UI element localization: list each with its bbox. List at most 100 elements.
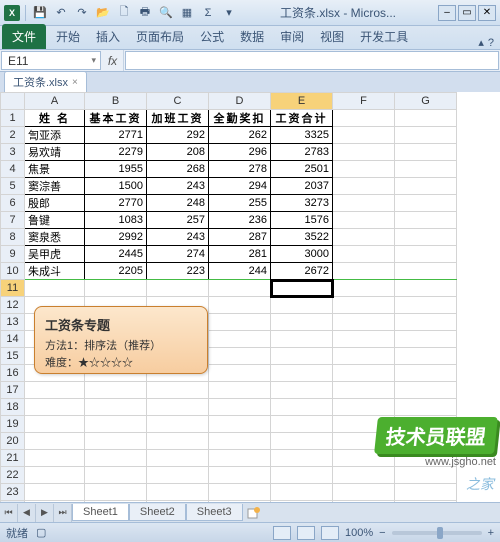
cell[interactable] <box>395 331 457 348</box>
cell[interactable]: 296 <box>209 144 271 161</box>
row-header[interactable]: 18 <box>1 399 25 416</box>
cell[interactable] <box>209 399 271 416</box>
select-all-corner[interactable] <box>1 93 25 110</box>
cell[interactable] <box>147 433 209 450</box>
cell[interactable] <box>271 280 333 297</box>
cell[interactable] <box>395 399 457 416</box>
cell[interactable]: 281 <box>209 246 271 263</box>
sheet-last-icon[interactable]: ⏭ <box>54 504 72 522</box>
row-header[interactable]: 19 <box>1 416 25 433</box>
tab-dev[interactable]: 开发工具 <box>352 24 416 49</box>
row-header[interactable]: 3 <box>1 144 25 161</box>
zoom-level[interactable]: 100% <box>345 527 373 539</box>
cell[interactable] <box>25 433 85 450</box>
cell[interactable]: 243 <box>147 178 209 195</box>
cell[interactable] <box>395 280 457 297</box>
cell[interactable]: 殷郎 <box>25 195 85 212</box>
qat-dropdown-icon[interactable]: ▾ <box>220 4 238 22</box>
cell[interactable]: 2771 <box>85 127 147 144</box>
cell[interactable] <box>333 280 395 297</box>
col-header-A[interactable]: A <box>25 93 85 110</box>
row-header[interactable]: 5 <box>1 178 25 195</box>
cell[interactable] <box>395 314 457 331</box>
cell[interactable] <box>333 161 395 178</box>
cell[interactable] <box>333 450 395 467</box>
cell[interactable] <box>333 416 395 433</box>
cell[interactable] <box>333 331 395 348</box>
cell[interactable]: 248 <box>147 195 209 212</box>
cell[interactable] <box>25 416 85 433</box>
cell[interactable] <box>209 484 271 501</box>
row-header[interactable]: 12 <box>1 297 25 314</box>
cell[interactable] <box>209 314 271 331</box>
add-sheet-icon[interactable] <box>243 507 265 519</box>
cell[interactable]: 262 <box>209 127 271 144</box>
row-header[interactable]: 20 <box>1 433 25 450</box>
cell[interactable]: 2501 <box>271 161 333 178</box>
cell[interactable] <box>395 416 457 433</box>
cell[interactable] <box>395 127 457 144</box>
cell[interactable] <box>271 484 333 501</box>
cell[interactable]: 223 <box>147 263 209 280</box>
cell[interactable] <box>395 144 457 161</box>
cell[interactable] <box>395 229 457 246</box>
zoom-out-icon[interactable]: − <box>379 527 385 539</box>
cell[interactable]: 3273 <box>271 195 333 212</box>
col-header-G[interactable]: G <box>395 93 457 110</box>
cell[interactable] <box>209 382 271 399</box>
cell[interactable] <box>209 433 271 450</box>
row-header[interactable]: 16 <box>1 365 25 382</box>
close-button[interactable]: ✕ <box>478 5 496 21</box>
cell[interactable] <box>395 161 457 178</box>
cell[interactable] <box>333 263 395 280</box>
cell[interactable]: 294 <box>209 178 271 195</box>
cell[interactable] <box>395 348 457 365</box>
tab-home[interactable]: 开始 <box>48 24 88 49</box>
spreadsheet-grid[interactable]: A B C D E F G 1 姓 名 基本工资 加班工资 全勤奖扣 工资合计 … <box>0 92 457 518</box>
row-header[interactable]: 6 <box>1 195 25 212</box>
app-icon[interactable]: X <box>4 5 20 21</box>
cell[interactable] <box>395 382 457 399</box>
cell[interactable] <box>271 331 333 348</box>
cell[interactable] <box>25 484 85 501</box>
cell[interactable]: 2992 <box>85 229 147 246</box>
cell[interactable]: 工资合计 <box>271 110 333 127</box>
cell[interactable]: 姓 名 <box>25 110 85 127</box>
cell[interactable]: 2770 <box>85 195 147 212</box>
cell[interactable] <box>395 212 457 229</box>
cell[interactable]: 窦泉悉 <box>25 229 85 246</box>
cell[interactable] <box>333 144 395 161</box>
row-header[interactable]: 4 <box>1 161 25 178</box>
cell[interactable]: 2205 <box>85 263 147 280</box>
cell[interactable] <box>333 297 395 314</box>
cell[interactable]: 1955 <box>85 161 147 178</box>
cell[interactable] <box>395 297 457 314</box>
row-header[interactable]: 9 <box>1 246 25 263</box>
cell[interactable] <box>271 314 333 331</box>
redo-icon[interactable]: ↷ <box>73 4 91 22</box>
cell[interactable] <box>271 416 333 433</box>
col-header-E[interactable]: E <box>271 93 333 110</box>
cell[interactable] <box>85 280 147 297</box>
cell[interactable]: 268 <box>147 161 209 178</box>
cell[interactable] <box>395 178 457 195</box>
cell[interactable] <box>271 399 333 416</box>
macro-record-icon[interactable]: ▢ <box>36 526 46 539</box>
cell[interactable] <box>271 348 333 365</box>
cell[interactable] <box>209 450 271 467</box>
col-header-B[interactable]: B <box>85 93 147 110</box>
cell[interactable]: 3325 <box>271 127 333 144</box>
cell[interactable] <box>271 433 333 450</box>
cell[interactable] <box>271 467 333 484</box>
sheet-first-icon[interactable]: ⏮ <box>0 504 18 522</box>
cell[interactable] <box>395 110 457 127</box>
tab-file[interactable]: 文件 <box>2 24 46 49</box>
sheet-tab[interactable]: Sheet3 <box>186 504 243 521</box>
cell[interactable] <box>395 246 457 263</box>
tab-data[interactable]: 数据 <box>232 24 272 49</box>
cell[interactable]: 易欢靖 <box>25 144 85 161</box>
cell[interactable] <box>85 467 147 484</box>
cell[interactable] <box>333 433 395 450</box>
cell[interactable] <box>147 416 209 433</box>
cell[interactable]: 244 <box>209 263 271 280</box>
